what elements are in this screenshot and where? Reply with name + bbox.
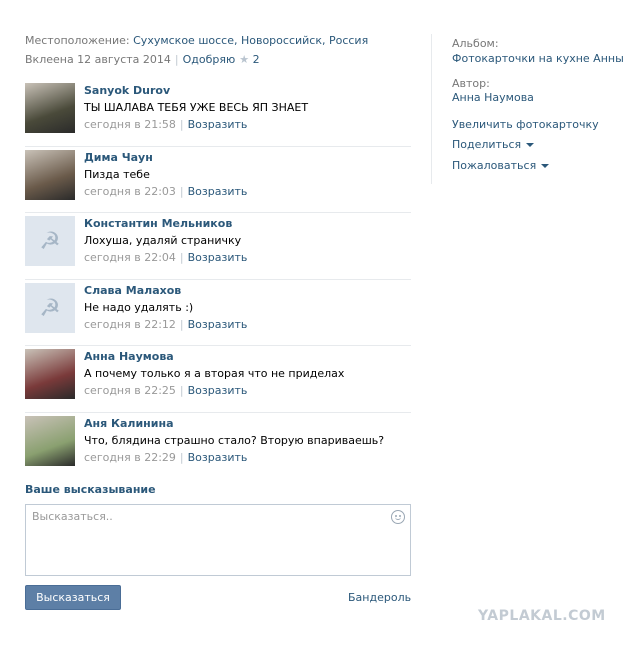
location-link[interactable]: Сухумское шоссе, Новороссийск, Россия (133, 34, 368, 47)
avatar[interactable]: ☭ (25, 282, 75, 333)
comment-item: Дима Чаун Пизда тебе сегодня в 22:03 | Воз… (25, 147, 411, 213)
separator: | (174, 53, 179, 66)
comment-item: Анна Наумова А почему только я а вторая … (25, 346, 411, 413)
album-link[interactable]: Фотокарточки на кухне Анны (452, 52, 624, 65)
like-button[interactable]: Одобряю (183, 53, 236, 66)
comment-item: Sanyok Durov ТЫ ШАЛАВА ТЕБЯ УЖЕ ВЕСЬ ЯП … (25, 80, 411, 147)
comment-text: ТЫ ШАЛАВА ТЕБЯ УЖЕ ВЕСЬ ЯП ЗНАЕТ (84, 101, 309, 114)
comment-text: Не надо удалять :) (84, 300, 194, 314)
enlarge-photo-link[interactable]: Увеличить фотокарточку (452, 118, 599, 131)
like-count[interactable]: 2 (253, 53, 260, 66)
banderol-link[interactable]: Бандероль (348, 591, 411, 604)
reply-link[interactable]: Возразить (188, 118, 248, 131)
reply-link[interactable]: Возразить (188, 451, 248, 464)
chevron-down-icon (541, 164, 550, 168)
comment-input[interactable] (26, 505, 410, 575)
hammer-sickle-icon: ☭ (39, 227, 61, 255)
comment-text: Пизда тебе (84, 167, 150, 181)
comment-author[interactable]: Константин Мельников (84, 216, 411, 232)
location-label: Местоположение: (25, 34, 130, 47)
submit-comment-button[interactable]: Высказаться (25, 585, 121, 610)
comment-item: ☭ Слава Малахов Не надо удалять :) сегод… (25, 280, 411, 346)
star-icon[interactable]: ★ (239, 53, 249, 66)
comment-time[interactable]: сегодня в 21:58 (84, 118, 176, 131)
posted-date: Вклеена 12 августа 2014 (25, 53, 171, 66)
comment-author[interactable]: Дима Чаун (84, 150, 411, 166)
location-line: Местоположение: Сухумское шоссе, Новорос… (25, 34, 368, 47)
avatar[interactable] (25, 149, 75, 200)
comment-author[interactable]: Анна Наумова (84, 349, 411, 365)
photo-sidebar: Альбом: Фотокарточки на кухне Анны Автор… (431, 34, 632, 184)
comment-text: А почему только я а вторая что не придел… (84, 367, 345, 380)
date-line: Вклеена 12 августа 2014 | Одобряю ★ 2 (25, 53, 260, 66)
comment-time[interactable]: сегодня в 22:03 (84, 185, 176, 198)
avatar[interactable] (25, 83, 75, 133)
comment-author[interactable]: Sanyok Durov (84, 83, 411, 99)
author-label: Автор: (452, 77, 490, 90)
reply-link[interactable]: Возразить (188, 185, 248, 198)
comment-author[interactable]: Аня Калинина (84, 416, 411, 432)
avatar[interactable]: ☭ (25, 216, 75, 266)
comment-item: Аня Калинина Что, блядина страшно стало?… (25, 413, 411, 479)
author-link[interactable]: Анна Наумова (452, 91, 534, 104)
comment-author[interactable]: Слава Малахов (84, 283, 411, 299)
watermark-logo: YAPLAKAL.COM (478, 608, 606, 624)
reply-link[interactable]: Возразить (188, 384, 248, 397)
album-label: Альбом: (452, 37, 499, 50)
share-menu[interactable]: Поделиться (452, 138, 535, 151)
avatar[interactable] (25, 349, 75, 399)
comment-text: Что, блядина страшно стало? Вторую впари… (84, 433, 385, 447)
report-link[interactable]: Пожаловаться (452, 159, 536, 172)
comment-text: Лохуша, удаляй страничку (84, 234, 242, 247)
comments-list: Sanyok Durov ТЫ ШАЛАВА ТЕБЯ УЖЕ ВЕСЬ ЯП … (25, 80, 411, 478)
avatar[interactable] (25, 415, 75, 466)
reply-link[interactable]: Возразить (188, 251, 248, 264)
smiley-icon[interactable] (391, 510, 405, 524)
reply-link[interactable]: Возразить (188, 318, 248, 331)
comment-time[interactable]: сегодня в 22:25 (84, 384, 176, 397)
reply-title: Ваше высказывание (25, 483, 156, 496)
report-menu[interactable]: Пожаловаться (452, 159, 550, 172)
reply-box (25, 504, 411, 576)
comment-time[interactable]: сегодня в 22:12 (84, 318, 176, 331)
comment-time[interactable]: сегодня в 22:04 (84, 251, 176, 264)
bottom-edge (0, 640, 640, 646)
comment-time[interactable]: сегодня в 22:29 (84, 451, 176, 464)
chevron-down-icon (526, 143, 535, 147)
hammer-sickle-icon: ☭ (39, 293, 61, 322)
share-link[interactable]: Поделиться (452, 138, 521, 151)
comment-item: ☭ Константин Мельников Лохуша, удаляй ст… (25, 213, 411, 280)
